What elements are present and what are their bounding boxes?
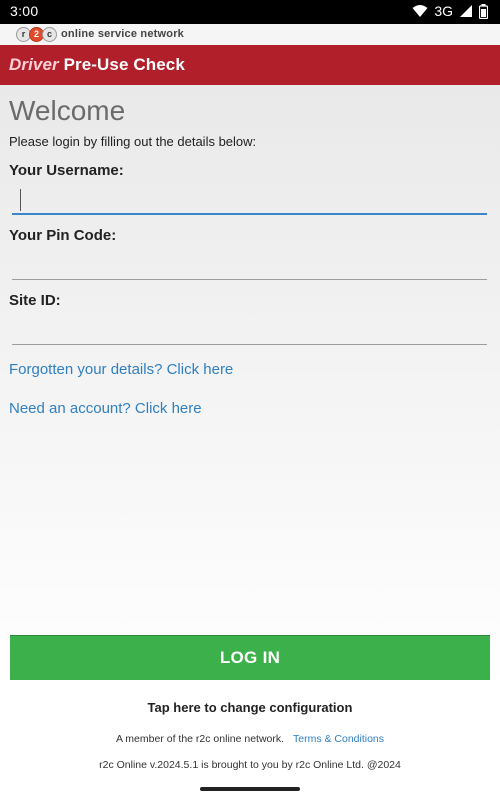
change-configuration-link[interactable]: Tap here to change configuration xyxy=(0,700,500,715)
home-indicator[interactable] xyxy=(200,787,300,791)
network-member-text: A member of the r2c online network. Term… xyxy=(0,733,500,745)
r2c-mark: r 2 c xyxy=(16,26,57,42)
intro-text: Please login by filling out the details … xyxy=(9,134,257,149)
forgot-details-link[interactable]: Forgotten your details? Click here xyxy=(9,361,233,378)
text-cursor xyxy=(20,189,21,211)
r2c-logo: r 2 c online service network xyxy=(16,26,184,42)
status-icons: 3G xyxy=(412,3,488,19)
status-time: 3:00 xyxy=(10,3,39,19)
brand-strip: r 2 c online service network xyxy=(0,24,500,46)
username-field[interactable] xyxy=(12,183,487,215)
page-title: Welcome xyxy=(9,95,126,126)
battery-icon xyxy=(479,3,488,19)
member-text: A member of the r2c online network. xyxy=(115,733,285,745)
app-title: Driver Pre-Use Check xyxy=(9,55,185,75)
status-bar: 3:00 3G xyxy=(0,0,500,24)
login-button[interactable]: LOG IN xyxy=(10,635,490,680)
site-id-field[interactable] xyxy=(12,313,487,345)
site-id-label: Site ID: xyxy=(9,292,61,309)
app-title-rest: Pre-Use Check xyxy=(58,55,185,74)
app-title-driver: Driver xyxy=(9,55,59,74)
wifi-icon xyxy=(412,5,428,17)
logo-letter-c: c xyxy=(42,26,57,42)
network-type: 3G xyxy=(434,3,453,19)
brand-text: online service network xyxy=(61,28,184,40)
version-text: r2c Online v.2024.5.1 is brought to you … xyxy=(99,759,401,771)
gesture-nav-bar xyxy=(0,779,500,800)
pin-label: Your Pin Code: xyxy=(9,227,117,244)
terms-link[interactable]: Terms & Conditions xyxy=(293,733,384,745)
pin-field[interactable] xyxy=(12,248,487,280)
login-content: Welcome Please login by filling out the … xyxy=(0,85,500,685)
create-account-link[interactable]: Need an account? Click here xyxy=(9,400,202,417)
signal-icon xyxy=(460,5,472,17)
username-label: Your Username: xyxy=(9,162,124,179)
app-header: Driver Pre-Use Check xyxy=(0,45,500,85)
